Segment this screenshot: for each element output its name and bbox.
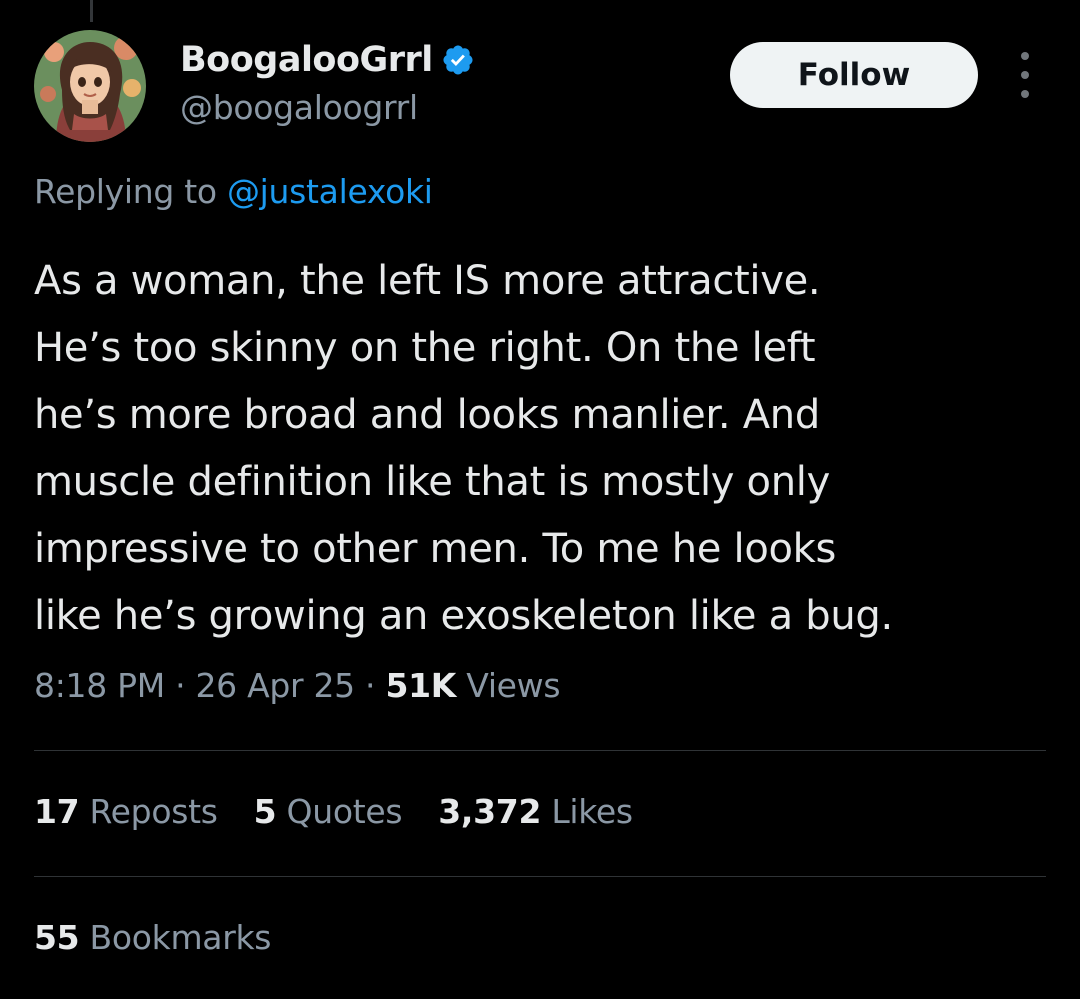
tweet-text: As a woman, the left IS more attractive.… (34, 248, 1044, 650)
reply-prefix: Replying to (34, 172, 217, 211)
tweet-line: like he’s growing an exoskeleton like a … (34, 593, 893, 639)
follow-button[interactable]: Follow (730, 42, 978, 108)
divider (34, 876, 1046, 877)
more-dot (1021, 52, 1029, 60)
tweet-line: he’s more broad and looks manlier. And (34, 392, 820, 438)
reposts-stat[interactable]: 17 Reposts (34, 792, 218, 831)
more-dot (1021, 90, 1029, 98)
more-dot (1021, 71, 1029, 79)
avatar-illustrated-woman-icon (34, 30, 146, 142)
tweet-line: He’s too skinny on the right. On the lef… (34, 325, 816, 371)
tweet-header: BoogalooGrrl @boogaloogrrl Follow (34, 30, 1046, 150)
quotes-stat[interactable]: 5 Quotes (254, 792, 403, 831)
tweet-date[interactable]: 26 Apr 25 (195, 666, 355, 705)
meta-separator: · (175, 666, 186, 705)
bookmarks-stat[interactable]: 55 Bookmarks (34, 918, 272, 957)
author-handle[interactable]: @boogaloogrrl (180, 88, 475, 127)
avatar[interactable] (34, 30, 146, 142)
likes-count: 3,372 (438, 792, 542, 831)
reply-context: Replying to @justalexoki (34, 172, 433, 211)
reposts-count: 17 (34, 792, 80, 831)
author-info: BoogalooGrrl @boogaloogrrl (180, 36, 475, 127)
likes-stat[interactable]: 3,372 Likes (438, 792, 633, 831)
reposts-label: Reposts (89, 792, 218, 831)
tweet-time[interactable]: 8:18 PM (34, 666, 165, 705)
more-vertical-icon[interactable] (1010, 52, 1040, 98)
bookmarks-label: Bookmarks (89, 918, 272, 957)
tweet-line: As a woman, the left IS more attractive. (34, 258, 821, 304)
views-label[interactable]: Views (466, 666, 560, 705)
divider (34, 750, 1046, 751)
engagement-stats: 17 Reposts 5 Quotes 3,372 Likes (34, 792, 669, 831)
quotes-count: 5 (253, 792, 277, 831)
thread-connector-line (90, 0, 93, 22)
views-count[interactable]: 51K (385, 666, 456, 705)
reply-to-link[interactable]: @justalexoki (227, 172, 433, 211)
likes-label: Likes (551, 792, 633, 831)
quotes-label: Quotes (286, 792, 403, 831)
display-name[interactable]: BoogalooGrrl (180, 40, 433, 80)
meta-separator: · (365, 666, 376, 705)
tweet-line: muscle definition like that is mostly on… (34, 459, 830, 505)
tweet-meta: 8:18 PM · 26 Apr 25 · 51K Views (34, 666, 561, 705)
display-name-row: BoogalooGrrl (180, 36, 475, 84)
verified-badge-icon[interactable] (441, 43, 475, 77)
bookmarks-count: 55 (34, 918, 80, 957)
tweet-line: impressive to other men. To me he looks (34, 526, 837, 572)
